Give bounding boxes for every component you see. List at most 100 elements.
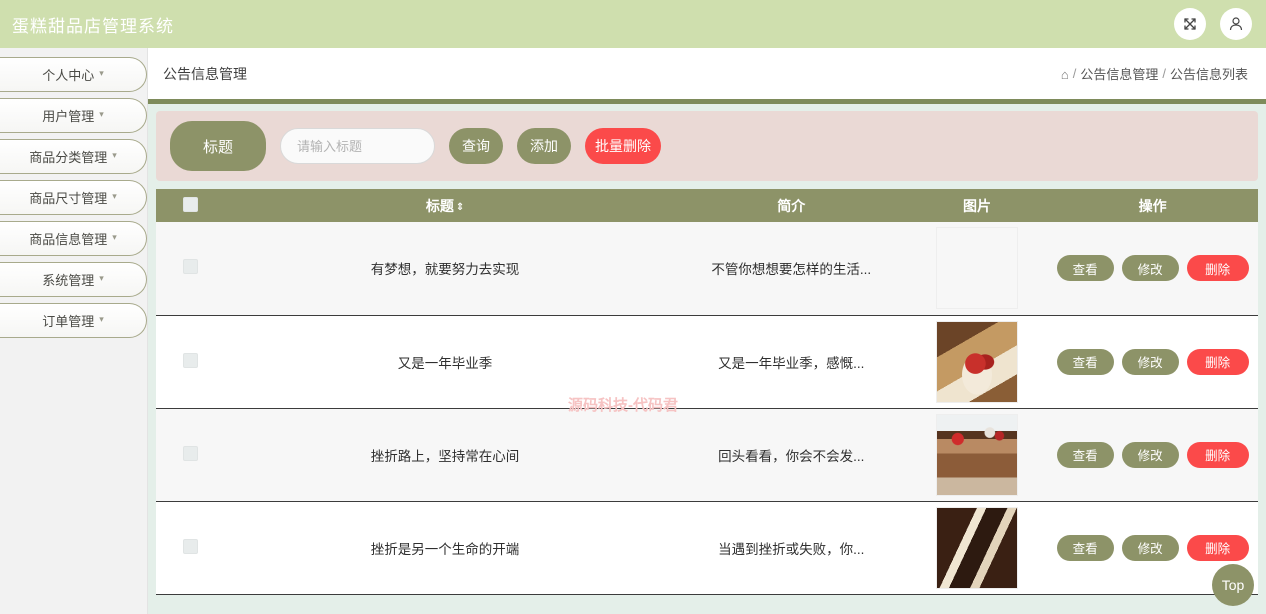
fullscreen-button[interactable] <box>1174 8 1206 40</box>
chevron-down-icon: ▾ <box>112 191 117 201</box>
edit-button[interactable]: 修改 <box>1121 441 1179 468</box>
content-area: 标题 查询 添加 批量删除 <box>148 99 1266 614</box>
row-select-cell[interactable] <box>156 315 215 409</box>
edit-button[interactable]: 修改 <box>1121 348 1179 375</box>
sort-arrows-icon[interactable]: ⇕ <box>456 202 464 213</box>
breadcrumb-separator: / <box>1162 66 1166 81</box>
sidebar-item-personal-center[interactable]: 个人中心 ▾ <box>0 57 147 92</box>
row-actions: 查看 修改 删除 <box>1047 441 1258 468</box>
page-title: 公告信息管理 <box>163 65 247 82</box>
announcement-table: 标题⇕ 简介 图片 操作 有梦想，就要努力去实现 不管你想想要怎样的生活... <box>156 189 1258 595</box>
cell-desc: 回头看看，你会不会发... <box>675 408 907 502</box>
sidebar-item-user-management[interactable]: 用户管理 ▾ <box>0 98 147 133</box>
sidebar-item-label: 系统管理 <box>42 273 95 288</box>
select-all-checkbox[interactable] <box>183 196 199 212</box>
column-header-desc: 简介 <box>675 189 907 222</box>
app-header: 蛋糕甜品店管理系统 <box>0 0 1266 48</box>
column-header-image: 图片 <box>906 189 1048 222</box>
row-actions: 查看 修改 删除 <box>1047 255 1258 282</box>
table-row: 挫折是另一个生命的开端 当遇到挫折或失败，你... 查看 修改 删除 <box>156 501 1258 595</box>
sidebar-item-order-management[interactable]: 订单管理 ▾ <box>0 303 147 338</box>
table-row: 又是一年毕业季 又是一年毕业季，感慨... 查看 修改 删除 <box>156 315 1258 409</box>
sidebar-item-product-size[interactable]: 商品尺寸管理 ▾ <box>0 180 147 215</box>
sidebar-item-label: 用户管理 <box>42 109 95 124</box>
sidebar-item-label: 商品分类管理 <box>29 150 108 165</box>
chevron-down-icon: ▾ <box>112 232 117 242</box>
table-row: 挫折路上，坚持常在心间 回头看看，你会不会发... 查看 修改 删除 <box>156 408 1258 502</box>
title-field-label-button[interactable]: 标题 <box>170 121 266 171</box>
chevron-down-icon: ▾ <box>99 68 104 78</box>
sidebar: 个人中心 ▾ 用户管理 ▾ 商品分类管理 ▾ 商品尺寸管理 ▾ 商品信息管理 ▾… <box>0 48 148 614</box>
cell-image <box>906 408 1048 502</box>
chevron-down-icon: ▾ <box>99 273 104 283</box>
sidebar-item-label: 商品信息管理 <box>29 232 108 247</box>
breadcrumb-bar: 公告信息管理 ⌂ / 公告信息管理 / 公告信息列表 <box>148 48 1266 99</box>
cake-thumbnail-image[interactable] <box>935 227 1018 310</box>
sidebar-item-label: 订单管理 <box>42 314 95 329</box>
page-body: 个人中心 ▾ 用户管理 ▾ 商品分类管理 ▾ 商品尺寸管理 ▾ 商品信息管理 ▾… <box>0 48 1266 614</box>
column-header-ops: 操作 <box>1047 189 1258 222</box>
view-button[interactable]: 查看 <box>1056 441 1114 468</box>
table-header-row: 标题 ⇕ 简介 图片 操作 <box>156 189 1258 222</box>
row-checkbox[interactable] <box>183 352 199 368</box>
cell-image <box>906 315 1048 409</box>
expand-arrows-icon <box>1182 16 1198 32</box>
row-checkbox[interactable] <box>183 445 199 461</box>
delete-button[interactable]: 删除 <box>1186 441 1249 468</box>
user-avatar-icon <box>1228 16 1244 32</box>
home-icon[interactable]: ⌂ <box>1061 67 1069 82</box>
row-actions: 查看 修改 删除 <box>1047 534 1258 561</box>
sidebar-item-product-info[interactable]: 商品信息管理 ▾ <box>0 221 147 256</box>
cell-image <box>906 222 1048 316</box>
app-title: 蛋糕甜品店管理系统 <box>12 16 174 36</box>
cell-desc: 不管你想想要怎样的生活... <box>675 222 907 316</box>
view-button[interactable]: 查看 <box>1056 348 1114 375</box>
chevron-down-icon: ▾ <box>99 109 104 119</box>
table-row: 有梦想，就要努力去实现 不管你想想要怎样的生活... 查看 修改 删除 <box>156 222 1258 316</box>
breadcrumb-separator: / <box>1072 66 1077 81</box>
cell-desc: 又是一年毕业季，感慨... <box>675 315 907 409</box>
sidebar-item-product-category[interactable]: 商品分类管理 ▾ <box>0 139 147 174</box>
row-checkbox[interactable] <box>183 538 199 554</box>
main-content: 公告信息管理 ⌂ / 公告信息管理 / 公告信息列表 标题 查询 添加 批量删除 <box>148 48 1266 614</box>
breadcrumb: ⌂ / 公告信息管理 / 公告信息列表 <box>1061 64 1248 83</box>
chevron-down-icon: ▾ <box>99 314 104 324</box>
cell-desc: 当遇到挫折或失败，你... <box>675 501 907 595</box>
delete-button[interactable]: 删除 <box>1186 534 1249 561</box>
column-header-title[interactable]: 标题 ⇕ <box>214 189 676 222</box>
row-select-cell[interactable] <box>156 222 215 316</box>
select-all-header[interactable] <box>156 189 215 222</box>
bulk-delete-button[interactable]: 批量删除 <box>585 128 661 164</box>
cell-title: 有梦想，就要努力去实现 <box>214 222 676 316</box>
back-to-top-button[interactable]: Top <box>1212 564 1254 606</box>
delete-button[interactable]: 删除 <box>1186 255 1249 282</box>
row-checkbox[interactable] <box>183 259 199 275</box>
cake-thumbnail-image[interactable] <box>935 413 1018 496</box>
cell-ops: 查看 修改 删除 <box>1047 408 1258 502</box>
cell-title: 挫折路上，坚持常在心间 <box>214 408 676 502</box>
user-menu-button[interactable] <box>1220 8 1252 40</box>
cell-ops: 查看 修改 删除 <box>1047 222 1258 316</box>
query-button[interactable]: 查询 <box>449 128 503 164</box>
delete-button[interactable]: 删除 <box>1186 348 1249 375</box>
edit-button[interactable]: 修改 <box>1121 534 1179 561</box>
cell-title: 又是一年毕业季 <box>214 315 676 409</box>
edit-button[interactable]: 修改 <box>1121 255 1179 282</box>
cake-thumbnail-image[interactable] <box>935 506 1018 589</box>
row-select-cell[interactable] <box>156 408 215 502</box>
add-button[interactable]: 添加 <box>517 128 571 164</box>
row-select-cell[interactable] <box>156 501 215 595</box>
breadcrumb-level-2: 公告信息列表 <box>1169 67 1248 82</box>
view-button[interactable]: 查看 <box>1056 534 1114 561</box>
cell-title: 挫折是另一个生命的开端 <box>214 501 676 595</box>
column-header-title-label: 标题 <box>425 197 454 214</box>
sidebar-item-label: 个人中心 <box>42 68 95 83</box>
cake-thumbnail-image[interactable] <box>935 320 1018 403</box>
search-input[interactable] <box>280 128 435 164</box>
view-button[interactable]: 查看 <box>1056 255 1114 282</box>
sidebar-item-label: 商品尺寸管理 <box>29 191 108 206</box>
row-actions: 查看 修改 删除 <box>1047 348 1258 375</box>
sidebar-item-system-management[interactable]: 系统管理 ▾ <box>0 262 147 297</box>
breadcrumb-level-1[interactable]: 公告信息管理 <box>1080 64 1158 83</box>
chevron-down-icon: ▾ <box>112 150 117 160</box>
